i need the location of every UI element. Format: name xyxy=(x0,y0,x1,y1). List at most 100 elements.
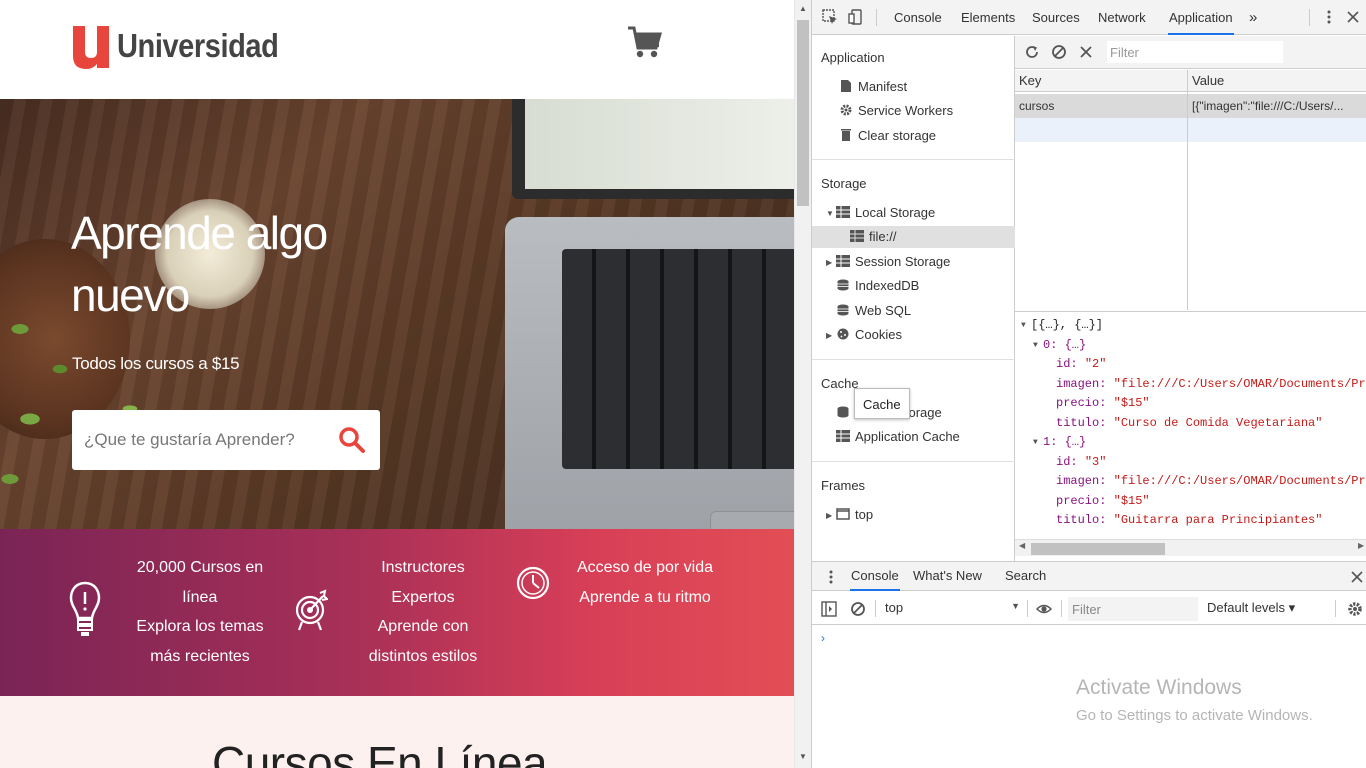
eye-icon[interactable] xyxy=(1036,601,1052,617)
clear-console-icon[interactable] xyxy=(850,601,866,617)
sidebar-item-indexeddb[interactable]: IndexedDB xyxy=(836,275,919,297)
tab-network[interactable]: Network xyxy=(1098,0,1146,35)
preview-item-0[interactable]: ▼ 0: {…} xyxy=(1033,336,1086,356)
course-search-input[interactable] xyxy=(72,410,322,470)
tab-console[interactable]: Console xyxy=(894,0,942,35)
close-drawer-icon[interactable] xyxy=(1349,569,1365,585)
storage-filter-input[interactable] xyxy=(1107,41,1283,63)
more-tabs-icon[interactable]: » xyxy=(1249,0,1257,35)
close-devtools-icon[interactable] xyxy=(1345,9,1361,25)
scroll-down-arrow-icon[interactable]: ▼ xyxy=(799,752,807,761)
kv-table-header: Key Value xyxy=(1015,70,1366,92)
console-filter-input[interactable] xyxy=(1068,597,1198,621)
inspect-element-icon[interactable] xyxy=(822,9,838,25)
feature-instructors: Instructores Expertos Aprende con distin… xyxy=(353,553,493,671)
collapsed-triangle-icon: ▶ xyxy=(826,331,833,340)
preview-label-titulo: titulo: xyxy=(1056,415,1107,430)
devtools-panel: Console Elements Sources Network Applica… xyxy=(811,0,1366,768)
devtools-tabbar: Console Elements Sources Network Applica… xyxy=(812,0,1366,35)
shopping-cart-icon[interactable] xyxy=(626,26,662,60)
console-prompt-icon[interactable]: › xyxy=(821,631,825,645)
console-sidebar-icon[interactable] xyxy=(821,601,837,617)
preview-scrollbar-thumb[interactable] xyxy=(1031,543,1165,555)
tab-elements[interactable]: Elements xyxy=(961,0,1015,35)
manifest-icon xyxy=(841,80,851,92)
context-selector[interactable]: top ▼ xyxy=(885,600,1020,618)
kv-column-divider[interactable] xyxy=(1187,70,1188,310)
column-header-key[interactable]: Key xyxy=(1019,73,1041,88)
sidebar-item-session-storage[interactable]: ▶ Session Storage xyxy=(826,251,950,273)
scroll-up-arrow-icon[interactable]: ▲ xyxy=(799,4,807,13)
sidebar-item-session-storage-label: Session Storage xyxy=(855,254,951,269)
toolbar-divider xyxy=(875,600,876,617)
scroll-right-arrow-icon[interactable]: ▶ xyxy=(1358,541,1364,550)
preview-label-imagen: imagen: xyxy=(1056,474,1107,488)
sidebar-item-manifest[interactable]: Manifest xyxy=(839,76,907,98)
drawer-menu-icon[interactable] xyxy=(823,569,839,585)
customize-menu-icon[interactable] xyxy=(1321,9,1337,25)
activate-windows-subtitle: Go to Settings to activate Windows. xyxy=(1076,707,1313,724)
table-row[interactable]: cursos [{"imagen":"file:///C:/Users/... xyxy=(1015,94,1366,118)
column-header-value[interactable]: Value xyxy=(1192,73,1224,88)
refresh-icon[interactable] xyxy=(1024,44,1040,60)
console-settings-gear-icon[interactable] xyxy=(1347,601,1363,617)
clear-all-icon[interactable] xyxy=(1051,44,1067,60)
logo-text: Universidad xyxy=(117,27,279,64)
preview-item-1-id: id: "3" xyxy=(1056,453,1106,473)
preview-label-titulo: titulo: xyxy=(1056,513,1107,527)
frame-icon xyxy=(836,508,850,520)
drawer-tab-console[interactable]: Console xyxy=(850,562,900,591)
trash-icon xyxy=(841,129,851,141)
sidebar-divider xyxy=(812,359,1015,360)
activate-windows-title: Activate Windows xyxy=(1076,676,1242,699)
toolbar-divider xyxy=(1335,600,1336,617)
preview-value-imagen: "file:///C:/Users/OMAR/Documents/Practi xyxy=(1113,474,1366,488)
preview-horizontal-scrollbar[interactable]: ◀ ▶ xyxy=(1015,539,1366,556)
feature-courses-line-1: 20,000 Cursos en xyxy=(136,559,264,576)
delete-selected-icon[interactable] xyxy=(1078,44,1094,60)
preview-value-imagen: "file:///C:/Users/OMAR/Documents/Practi xyxy=(1113,376,1366,391)
tab-sources[interactable]: Sources xyxy=(1032,0,1080,35)
table-row-empty[interactable] xyxy=(1015,118,1366,142)
website-scrollbar-thumb[interactable] xyxy=(797,20,809,206)
sidebar-item-application-cache[interactable]: Application Cache xyxy=(836,426,960,448)
feature-instructors-line-1: Instructores xyxy=(381,559,465,576)
sidebar-item-frame-top[interactable]: ▶ top xyxy=(826,504,873,526)
preview-item-0-titulo: titulo: "Curso de Comida Vegetariana" xyxy=(1056,414,1322,434)
storage-toolbar xyxy=(1015,36,1366,69)
cache-tooltip: Cache xyxy=(854,388,910,419)
feature-instructors-line-2: Expertos xyxy=(391,588,455,606)
sidebar-item-cookies-label: Cookies xyxy=(855,327,902,342)
expanded-triangle-icon: ▼ xyxy=(1033,340,1038,350)
log-levels-dropdown[interactable]: Default levels ▾ xyxy=(1207,600,1295,616)
sidebar-item-clear-storage[interactable]: Clear storage xyxy=(839,125,936,147)
courses-heading: Cursos En Línea xyxy=(212,737,548,768)
preview-item-1-index: 1: {…} xyxy=(1043,435,1087,449)
sidebar-item-websql[interactable]: Web SQL xyxy=(836,300,911,322)
section-cache: Cache xyxy=(821,376,859,391)
tab-application[interactable]: Application xyxy=(1168,0,1234,35)
preview-root-line[interactable]: ▼ [{…}, {…}] xyxy=(1021,316,1103,336)
preview-label-id: id: xyxy=(1056,357,1078,371)
website-scrollbar[interactable]: ▲ ▼ xyxy=(794,0,811,768)
hero-laptop-trackpad xyxy=(710,511,794,529)
preview-item-1[interactable]: ▼ 1: {…} xyxy=(1033,433,1086,453)
logo[interactable]: Universidad xyxy=(71,22,300,70)
storage-main-panel: Key Value cursos [{"imagen":"file:///C:/… xyxy=(1015,36,1366,561)
preview-item-1-imagen: imagen: "file:///C:/Users/OMAR/Documents… xyxy=(1056,472,1366,492)
hero-title: Aprende algo nuevo xyxy=(71,207,328,321)
feature-lifetime-line-2: Aprende a tu ritmo xyxy=(579,588,711,606)
search-icon[interactable] xyxy=(338,426,366,454)
collapsed-triangle-icon: ▶ xyxy=(826,511,833,520)
sidebar-item-local-storage[interactable]: ▼ Local Storage xyxy=(826,202,935,224)
drawer-tab-search[interactable]: Search xyxy=(1005,562,1046,591)
sidebar-item-cookies[interactable]: ▶ Cookies xyxy=(826,324,902,346)
preview-value-precio: "$15" xyxy=(1113,493,1150,508)
drawer-tab-whats-new[interactable]: What's New xyxy=(913,562,982,591)
sidebar-item-service-workers[interactable]: Service Workers xyxy=(839,100,953,122)
target-icon xyxy=(295,589,328,631)
feature-courses: 20,000 Cursos en línea Explora los temas… xyxy=(120,553,280,671)
sidebar-item-local-storage-file[interactable]: file:// xyxy=(812,226,1015,248)
device-toolbar-icon[interactable] xyxy=(848,9,864,25)
scroll-left-arrow-icon[interactable]: ◀ xyxy=(1019,541,1025,550)
